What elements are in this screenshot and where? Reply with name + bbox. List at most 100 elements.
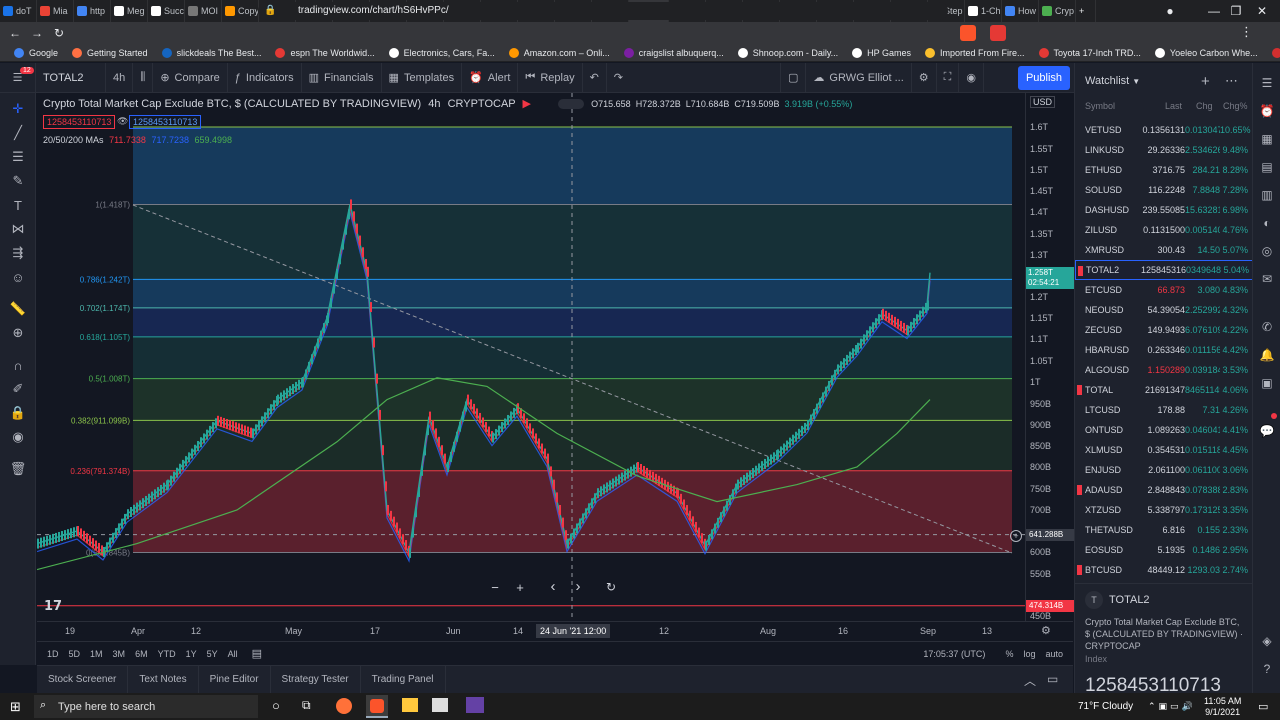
column-chg[interactable]: Chg <box>1196 101 1213 111</box>
publish-button[interactable]: Publish <box>1018 66 1070 90</box>
watchlist-row[interactable]: NEOUSD 54.39054 2.252992 4.32% <box>1075 300 1253 320</box>
bookmark-item[interactable]: HP Games <box>852 47 911 58</box>
bookmark-item[interactable]: Getting Started <box>72 47 148 58</box>
new-tab-button[interactable]: + <box>1076 0 1096 22</box>
browser-tab[interactable]: 1-Ch <box>965 0 1002 22</box>
watchlist-row[interactable]: ZECUSD 149.9493 6.076109 4.22% <box>1075 320 1253 340</box>
magnet-icon[interactable]: ∩ <box>8 355 28 375</box>
snapshot-button[interactable]: ◉ <box>959 62 984 93</box>
notifications-icon[interactable]: 🔔 <box>1259 347 1275 363</box>
browser-tab[interactable]: Copy <box>222 0 259 22</box>
indicators-button[interactable]: ƒ Indicators <box>228 62 302 93</box>
range-button[interactable]: 1Y <box>186 649 197 659</box>
brush-icon[interactable]: ✎ <box>8 171 28 191</box>
collapse-icon[interactable]: ︿ <box>1024 672 1036 689</box>
alert-button[interactable]: ⏰ Alert <box>462 62 519 93</box>
add-symbol-icon[interactable]: + <box>1201 73 1210 90</box>
browser-tab[interactable]: http <box>74 0 111 22</box>
zoom-icon[interactable]: ⊕ <box>8 323 28 343</box>
percent-toggle[interactable]: % <box>1005 649 1013 659</box>
pattern-icon[interactable]: ⋈ <box>8 219 28 239</box>
watchlist-row[interactable]: EOSUSD 5.1935 0.1486 2.95% <box>1075 540 1253 560</box>
bookmark-item[interactable]: Google <box>14 47 58 58</box>
clock-time[interactable]: 17:05:37 (UTC) <box>923 649 985 659</box>
windows-start-icon[interactable]: ⊞ <box>10 699 21 715</box>
fullscreen-button[interactable]: ⛶ <box>937 62 960 93</box>
price-axis[interactable]: USD 1.6T 1.55T 1.5T 1.45T 1.4T 1.35T 1.3T 1.2T 1… <box>1025 93 1074 621</box>
financials-button[interactable]: ▥ Financials <box>302 62 382 93</box>
watchlist-row[interactable]: TOTAL 21691347846511494.06% <box>1075 380 1253 400</box>
chart-type-button[interactable]: ⫼ <box>133 62 154 93</box>
bookmark-item[interactable]: espn The Worldwid... <box>275 47 375 58</box>
watchlist-row[interactable]: HBARUSD 0.263346 0.011156 4.42% <box>1075 340 1253 360</box>
symbol-search-button[interactable]: TOTAL2 <box>36 62 106 93</box>
replay-button[interactable]: ⏮ Replay <box>518 62 583 93</box>
trendline-icon[interactable]: ╱ <box>8 123 28 143</box>
flag-icon[interactable] <box>1077 385 1082 395</box>
browser-tab[interactable]: Succ <box>148 0 185 22</box>
lock-icon[interactable]: 🔒 <box>8 403 28 423</box>
watchlist-row[interactable]: ETCUSD 66.873 3.080 4.83% <box>1075 280 1253 300</box>
bottom-tab[interactable]: Stock Screener <box>37 665 129 694</box>
watchlist-row[interactable]: LINKUSD 29.26336 2.534626 9.48% <box>1075 140 1253 160</box>
templates-button[interactable]: ▦ Templates <box>382 62 463 93</box>
compare-button[interactable]: ⊕ Compare <box>153 62 228 93</box>
crosshair-icon[interactable]: ✛ <box>8 99 28 119</box>
watchlist-row[interactable]: XMRUSD 300.43 14.50 5.07% <box>1075 240 1253 260</box>
twitch-icon[interactable] <box>466 697 484 713</box>
range-button[interactable]: 5Y <box>207 649 218 659</box>
flag-icon[interactable] <box>1077 485 1082 495</box>
help-icon[interactable]: ? <box>1259 661 1275 677</box>
bookmark-item[interactable]: Imported From Fire... <box>925 47 1025 58</box>
trash-icon[interactable]: 🗑 <box>8 459 28 479</box>
indicator-input-b[interactable]: 1258453110713 <box>129 115 202 129</box>
watchlist-row[interactable]: ENJUSD 2.061100 0.061100 3.06% <box>1075 460 1253 480</box>
lock-drawings-icon[interactable]: ✐ <box>8 379 28 399</box>
fib-tool-icon[interactable]: ☰ <box>8 147 28 167</box>
brave-shield-icon[interactable] <box>960 25 976 41</box>
column-chgp[interactable]: Chg% <box>1223 101 1248 111</box>
watchlist-row[interactable]: DASHUSD 239.55085 15.63281 6.98% <box>1075 200 1253 220</box>
zoom-out-button[interactable]: − <box>487 580 503 596</box>
maximize-panel-icon[interactable]: ▭ <box>1047 672 1058 686</box>
indicator-input-a[interactable]: 1258453110713 <box>43 115 116 129</box>
watchlist-row[interactable]: SOLUSD 116.2248 7.8848 7.28% <box>1075 180 1253 200</box>
eye-icon[interactable]: 👁 <box>117 116 128 127</box>
watchlist-row[interactable]: ZILUSD 0.1131500 0.005140 4.76% <box>1075 220 1253 240</box>
chats-icon[interactable]: ✉ <box>1259 271 1275 287</box>
browser-tab[interactable]: How <box>1002 0 1039 22</box>
bottom-tab[interactable]: Text Notes <box>128 665 199 694</box>
back-icon[interactable]: ← <box>4 22 26 44</box>
range-button[interactable]: 6M <box>135 649 148 659</box>
media-icon[interactable] <box>432 698 448 712</box>
menu-icon[interactable]: ⋮ <box>1240 24 1253 40</box>
browser-tab[interactable]: Mia <box>37 0 74 22</box>
text-tool-icon[interactable]: T <box>8 195 28 215</box>
watchlist-row[interactable]: LTCUSD 178.88 7.31 4.26% <box>1075 400 1253 420</box>
bottom-tab[interactable]: Pine Editor <box>199 665 271 694</box>
calendar-icon[interactable]: ▥ <box>1259 187 1275 203</box>
bookmark-item[interactable]: Shnoop.com - Daily... <box>737 47 838 58</box>
url-input[interactable]: 🔒 tradingview.com/chart/hS6HvPPc/ <box>258 2 948 20</box>
scroll-left-button[interactable]: ‹ <box>545 578 561 595</box>
log-toggle[interactable]: log <box>1023 649 1035 659</box>
tray-icons[interactable]: ⌃▣▭🔊 <box>1148 693 1196 720</box>
more-icon[interactable]: ⋯ <box>1225 73 1238 89</box>
bookmark-item[interactable]: Amazon.com – Onli... <box>508 47 610 58</box>
settings-button[interactable]: ⚙ <box>912 62 937 93</box>
calendar-icon[interactable]: ▣ <box>1259 375 1275 391</box>
browser-profile-icon[interactable]: ● <box>1148 0 1192 22</box>
watchlist-row[interactable]: XLMUSD 0.354531 0.015118 4.45% <box>1075 440 1253 460</box>
watchlist-row[interactable]: VETUSD 0.1356131 0.013047 10.65% <box>1075 120 1253 140</box>
flag-icon[interactable] <box>1078 266 1083 276</box>
watchlist-icon[interactable]: ☰ <box>1259 75 1275 91</box>
undo-button[interactable]: ↶ <box>583 62 607 93</box>
chart-pane[interactable]: 1(1.418T) 0.786(1.242T) 0.702(1.174T) 0.618… <box>37 93 1025 641</box>
range-button[interactable]: All <box>228 649 238 659</box>
emoji-icon[interactable]: ☺ <box>8 267 28 287</box>
currency-selector[interactable]: USD <box>1030 96 1056 108</box>
brave-taskbar-button[interactable] <box>366 695 388 718</box>
taskbar-search-input[interactable]: ⌕ Type here to search <box>34 695 258 718</box>
layout-name-button[interactable]: ☁ GRWG Elliot ... <box>806 62 912 93</box>
extension-icon[interactable] <box>990 25 1006 41</box>
